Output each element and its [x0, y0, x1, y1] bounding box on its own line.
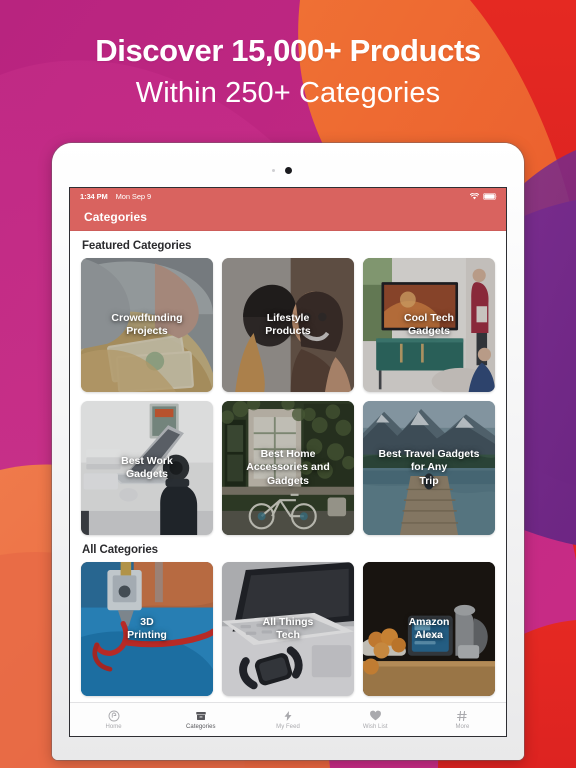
- category-card[interactable]: Cool Tech Gadgets: [363, 258, 495, 392]
- bottom-tab-bar: Home Categories My Feed Wish List More: [70, 702, 506, 736]
- tab-label: Categories: [186, 724, 216, 730]
- tab-label: Home: [105, 724, 122, 730]
- category-label: 3D Printing: [127, 615, 167, 641]
- category-card[interactable]: Crowdfunding Projects: [81, 258, 213, 392]
- category-label: Amazon Alexa: [408, 615, 450, 641]
- category-label: Best Work Gadgets: [121, 454, 173, 480]
- category-card[interactable]: Best Work Gadgets: [81, 401, 213, 535]
- hash-grid-icon: [456, 709, 468, 722]
- categories-content[interactable]: Featured Categories Crowdfunding Project…: [70, 231, 506, 702]
- status-bar-icons: [470, 193, 498, 200]
- status-bar: 1:34 PM Mon Sep 9: [70, 188, 506, 205]
- category-card[interactable]: Best Travel Gadgets for Any Trip: [363, 401, 495, 535]
- category-card[interactable]: 3D Printing: [81, 562, 213, 696]
- category-label: Crowdfunding Projects: [111, 311, 183, 337]
- promo-screenshot: Discover 15,000+ Products Within 250+ Ca…: [0, 0, 576, 768]
- ambient-sensor-icon: [272, 169, 275, 172]
- tab-label: More: [455, 724, 470, 730]
- heart-icon: [369, 709, 382, 722]
- all-row-1: 3D Printing All Things Tech Amazon Alexa: [81, 562, 495, 696]
- featured-row-2: Best Work Gadgets Best Home Accessories …: [81, 401, 495, 535]
- tab-wish-list[interactable]: Wish List: [332, 709, 419, 730]
- tab-categories[interactable]: Categories: [157, 709, 244, 730]
- featured-row-1: Crowdfunding Projects Lifestyle Products…: [81, 258, 495, 392]
- tab-label: Wish List: [362, 724, 388, 730]
- battery-icon: [483, 193, 498, 200]
- category-card[interactable]: All Things Tech: [222, 562, 354, 696]
- status-bar-time: 1:34 PM: [80, 192, 108, 201]
- lightning-bolt-icon: [282, 709, 294, 722]
- tab-label: My Feed: [276, 724, 300, 730]
- category-card[interactable]: Amazon Alexa: [363, 562, 495, 696]
- wifi-icon: [470, 193, 479, 200]
- category-label: Best Travel Gadgets for Any Trip: [378, 448, 480, 487]
- app-screen: 1:34 PM Mon Sep 9 Categories Featured Ca…: [69, 187, 507, 737]
- home-icon: [108, 709, 120, 722]
- category-label: Cool Tech Gadgets: [404, 311, 454, 337]
- tab-home[interactable]: Home: [70, 709, 157, 730]
- category-label: Best Home Accessories and Gadgets: [246, 448, 330, 487]
- section-title-all: All Categories: [82, 544, 158, 556]
- tablet-device-frame: 1:34 PM Mon Sep 9 Categories Featured Ca…: [52, 143, 524, 760]
- tab-my-feed[interactable]: My Feed: [244, 709, 331, 730]
- category-card[interactable]: Best Home Accessories and Gadgets: [222, 401, 354, 535]
- category-label: All Things Tech: [262, 615, 314, 641]
- navigation-bar: Categories: [70, 205, 506, 231]
- page-title: Categories: [84, 209, 148, 224]
- tab-more[interactable]: More: [419, 709, 506, 730]
- categories-archive-icon: [195, 709, 207, 722]
- category-label: Lifestyle Products: [265, 311, 311, 337]
- section-title-featured: Featured Categories: [82, 240, 192, 252]
- front-camera-icon: [285, 167, 292, 174]
- status-bar-date: Mon Sep 9: [115, 192, 152, 201]
- category-card[interactable]: Lifestyle Products: [222, 258, 354, 392]
